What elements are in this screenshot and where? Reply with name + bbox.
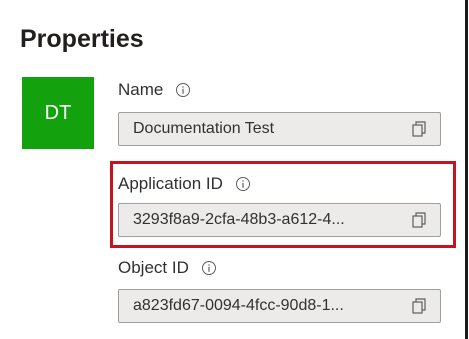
name-label: Name bbox=[118, 80, 164, 99]
avatar-initials: DT bbox=[44, 101, 72, 124]
copy-icon[interactable] bbox=[410, 297, 428, 315]
name-value: Documentation Test bbox=[133, 120, 275, 137]
object-id-value: a823fd67-0094-4fcc-90d8-1... bbox=[133, 297, 344, 314]
object-id-label: Object ID bbox=[118, 258, 189, 277]
properties-panel: Properties DT Name Documentation Test Ap… bbox=[0, 0, 468, 339]
info-icon[interactable] bbox=[201, 260, 217, 276]
copy-icon[interactable] bbox=[410, 120, 428, 138]
highlight-box bbox=[110, 161, 456, 248]
panel-title: Properties bbox=[20, 25, 144, 53]
name-field[interactable]: Documentation Test bbox=[118, 112, 441, 146]
object-id-label-row: Object ID bbox=[118, 258, 217, 278]
name-label-row: Name bbox=[118, 80, 191, 100]
app-avatar: DT bbox=[22, 77, 94, 149]
object-id-field[interactable]: a823fd67-0094-4fcc-90d8-1... bbox=[118, 289, 441, 323]
info-icon[interactable] bbox=[175, 82, 191, 98]
